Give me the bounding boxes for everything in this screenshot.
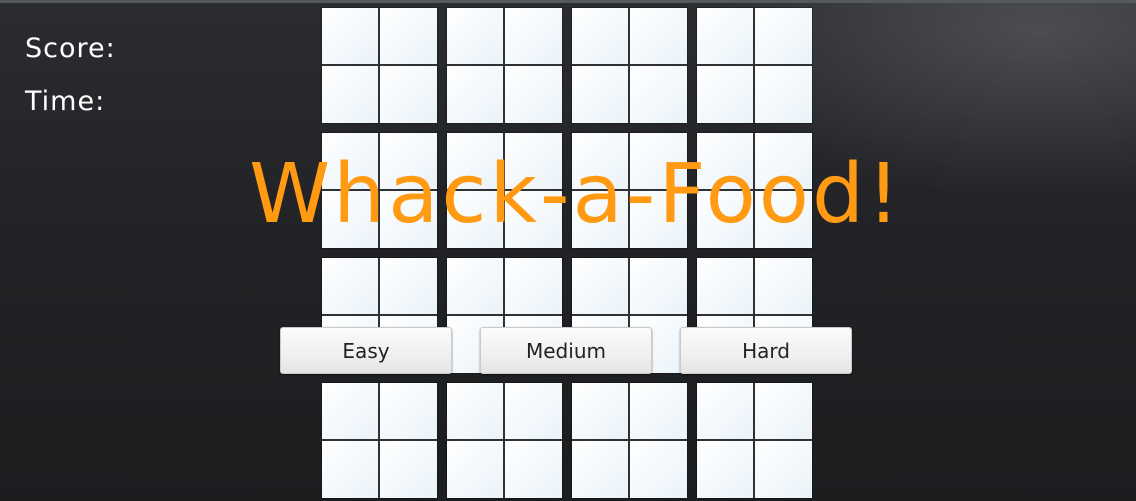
hole-pane bbox=[755, 8, 812, 64]
easy-button[interactable]: Easy bbox=[280, 327, 452, 374]
hole-pane bbox=[755, 258, 812, 314]
grid-hole[interactable] bbox=[322, 8, 437, 123]
grid-hole[interactable] bbox=[447, 383, 562, 498]
hole-pane bbox=[572, 258, 628, 314]
hole-pane bbox=[322, 66, 378, 123]
hole-pane bbox=[697, 258, 753, 314]
hole-pane bbox=[380, 8, 437, 64]
hole-pane bbox=[572, 8, 628, 64]
hole-pane bbox=[697, 8, 753, 64]
hole-pane bbox=[380, 383, 437, 439]
hole-pane bbox=[322, 258, 378, 314]
hole-pane bbox=[697, 66, 753, 123]
hole-pane bbox=[447, 8, 503, 64]
hole-pane bbox=[572, 66, 628, 123]
hole-pane bbox=[630, 441, 687, 498]
hole-pane bbox=[630, 8, 687, 64]
score-label: Score: bbox=[25, 33, 116, 64]
hole-pane bbox=[447, 66, 503, 123]
game-title: Whack-a-Food! bbox=[249, 147, 903, 242]
medium-button[interactable]: Medium bbox=[480, 327, 652, 374]
hole-pane bbox=[697, 383, 753, 439]
hole-pane bbox=[505, 8, 562, 64]
top-border bbox=[0, 0, 1136, 3]
hole-pane bbox=[380, 441, 437, 498]
hole-pane bbox=[755, 66, 812, 123]
hard-button[interactable]: Hard bbox=[680, 327, 852, 374]
hole-pane bbox=[505, 441, 562, 498]
hole-pane bbox=[505, 383, 562, 439]
grid-hole[interactable] bbox=[697, 8, 812, 123]
hole-pane bbox=[572, 441, 628, 498]
game-screen: Score: Time: Whack-a-Food! Easy Medium H… bbox=[0, 0, 1136, 501]
hole-pane bbox=[572, 383, 628, 439]
time-label: Time: bbox=[25, 86, 106, 117]
grid-hole[interactable] bbox=[572, 8, 687, 123]
hole-pane bbox=[697, 441, 753, 498]
hole-pane bbox=[380, 66, 437, 123]
hole-pane bbox=[505, 258, 562, 314]
hole-pane bbox=[322, 383, 378, 439]
hole-pane bbox=[380, 258, 437, 314]
hole-pane bbox=[447, 383, 503, 439]
hole-pane bbox=[447, 441, 503, 498]
hole-pane bbox=[630, 66, 687, 123]
grid-hole[interactable] bbox=[322, 383, 437, 498]
hole-pane bbox=[755, 383, 812, 439]
mole-grid bbox=[322, 8, 812, 498]
hole-pane bbox=[630, 383, 687, 439]
grid-hole[interactable] bbox=[447, 8, 562, 123]
hole-pane bbox=[447, 258, 503, 314]
hole-pane bbox=[322, 8, 378, 64]
hole-pane bbox=[630, 258, 687, 314]
grid-hole[interactable] bbox=[697, 383, 812, 498]
hole-pane bbox=[505, 66, 562, 123]
grid-hole[interactable] bbox=[572, 383, 687, 498]
hole-pane bbox=[755, 441, 812, 498]
hole-pane bbox=[322, 441, 378, 498]
